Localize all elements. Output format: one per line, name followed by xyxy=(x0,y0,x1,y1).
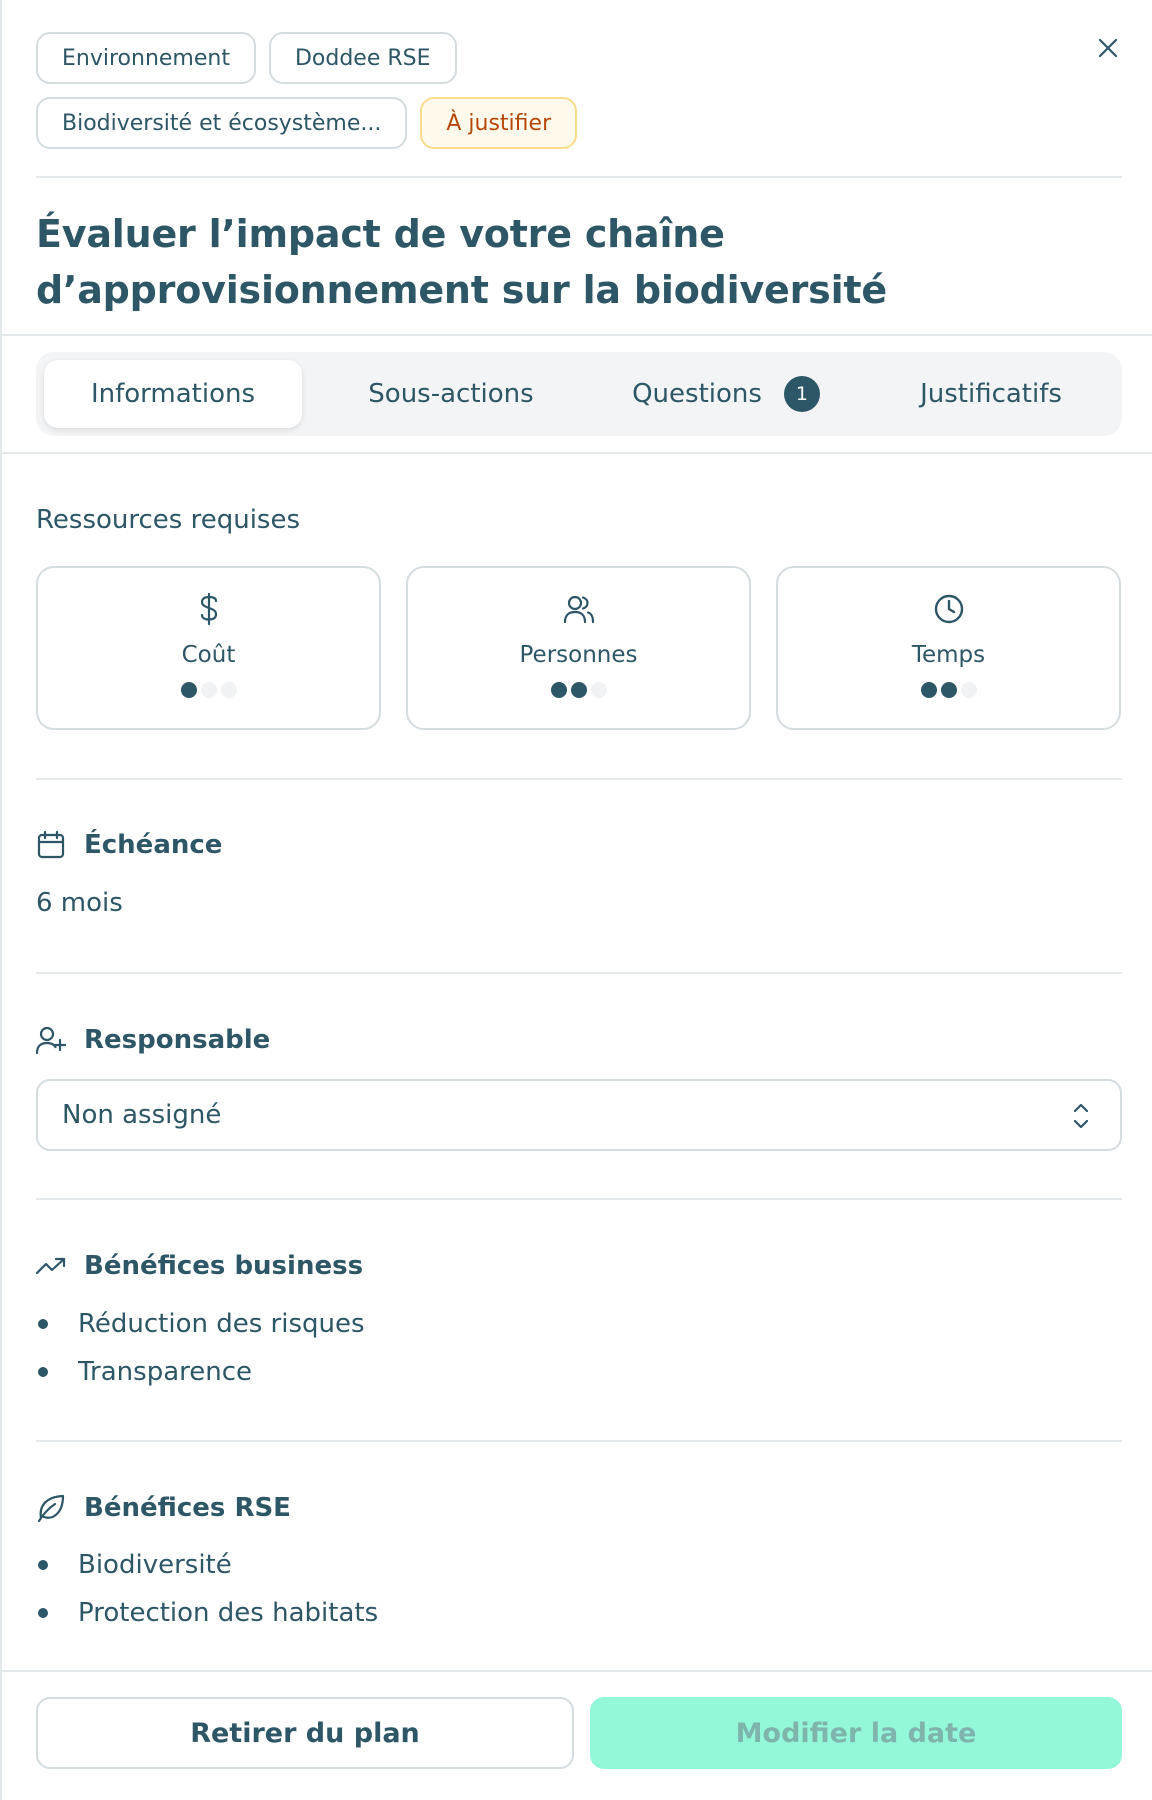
divider xyxy=(2,1670,1152,1672)
resource-cards: Coût Personnes Temps xyxy=(36,566,1122,730)
tab-label: Questions xyxy=(632,379,762,409)
level-dot xyxy=(940,682,957,698)
tab-questions[interactable]: Questions 1 xyxy=(596,360,856,428)
tab-informations[interactable]: Informations xyxy=(44,360,302,428)
tag-list: Environnement Doddee RSE Biodiversité et… xyxy=(36,32,1036,162)
level-dot xyxy=(180,682,197,698)
tab-label: Informations xyxy=(90,379,256,409)
level-dot xyxy=(960,682,977,698)
list-item: Biodiversité xyxy=(36,1541,378,1589)
divider xyxy=(36,972,1122,974)
tab-sous-actions[interactable]: Sous-actions xyxy=(336,360,566,428)
tab-bar: Informations Sous-actions Questions 1 Ju… xyxy=(36,352,1122,436)
deadline-title: Échéance xyxy=(84,830,223,860)
resource-card-people: Personnes xyxy=(406,566,751,730)
deadline-section-title: Échéance xyxy=(36,830,222,860)
dollar-icon xyxy=(200,592,217,626)
list-item: Transparence xyxy=(36,1348,365,1396)
resource-card-time: Temps xyxy=(776,566,1121,730)
tag-doddee-rse[interactable]: Doddee RSE xyxy=(268,32,457,84)
level-dots xyxy=(550,682,607,698)
divider xyxy=(2,334,1152,336)
resource-card-cost: Coût xyxy=(36,566,381,730)
business-section-title: Bénéfices business xyxy=(36,1251,363,1281)
divider xyxy=(2,452,1152,454)
status-badge: À justifier xyxy=(420,97,578,149)
level-dot xyxy=(590,682,607,698)
list-item: Protection des habitats xyxy=(36,1589,378,1637)
page-title: Évaluer l’impact de votre chaîne d’appro… xyxy=(36,212,887,312)
clock-icon xyxy=(934,594,963,624)
divider xyxy=(36,1198,1122,1200)
count-badge: 1 xyxy=(783,376,820,412)
rse-section-title: Bénéfices RSE xyxy=(36,1493,291,1523)
tab-justificatifs[interactable]: Justificatifs xyxy=(876,360,1106,428)
owner-select-value: Non assigné xyxy=(62,1100,222,1130)
user-plus-icon xyxy=(36,1026,66,1055)
level-dot xyxy=(220,682,237,698)
level-dot xyxy=(920,682,937,698)
level-dot xyxy=(200,682,217,698)
tag-environnement[interactable]: Environnement xyxy=(36,32,256,84)
users-icon xyxy=(563,595,594,624)
resource-label: Temps xyxy=(911,642,986,668)
modify-date-button[interactable]: Modifier la date xyxy=(590,1697,1122,1769)
close-icon xyxy=(1098,38,1118,58)
chevron-up-down-icon xyxy=(1073,1103,1089,1129)
calendar-icon xyxy=(37,830,65,859)
level-dot xyxy=(570,682,587,698)
tag-biodiversite[interactable]: Biodiversité et écosystème... xyxy=(36,97,408,149)
resource-label: Coût xyxy=(181,642,236,668)
tab-label: Sous-actions xyxy=(368,379,534,409)
trending-up-icon xyxy=(36,1257,66,1275)
tab-label: Justificatifs xyxy=(920,379,1062,409)
level-dots xyxy=(920,682,977,698)
close-button[interactable] xyxy=(1092,32,1124,64)
remove-from-plan-button[interactable]: Retirer du plan xyxy=(36,1697,574,1769)
deadline-value: 6 mois xyxy=(36,888,123,918)
business-benefits-list: Réduction des risques Transparence xyxy=(36,1300,365,1396)
action-detail-panel: Environnement Doddee RSE Biodiversité et… xyxy=(0,0,1152,1800)
divider xyxy=(36,1440,1122,1442)
level-dots xyxy=(180,682,237,698)
divider xyxy=(36,778,1122,780)
owner-select[interactable]: Non assigné xyxy=(36,1079,1122,1151)
level-dot xyxy=(550,682,567,698)
resources-title: Ressources requises xyxy=(36,505,300,535)
business-title: Bénéfices business xyxy=(84,1251,364,1281)
rse-benefits-list: Biodiversité Protection des habitats xyxy=(36,1541,378,1637)
resource-label: Personnes xyxy=(519,642,638,668)
divider xyxy=(36,176,1122,178)
owner-section-title: Responsable xyxy=(36,1025,270,1055)
list-item: Réduction des risques xyxy=(36,1300,365,1348)
rse-title: Bénéfices RSE xyxy=(84,1493,291,1523)
leaf-icon xyxy=(37,1494,65,1523)
owner-title: Responsable xyxy=(84,1025,271,1055)
